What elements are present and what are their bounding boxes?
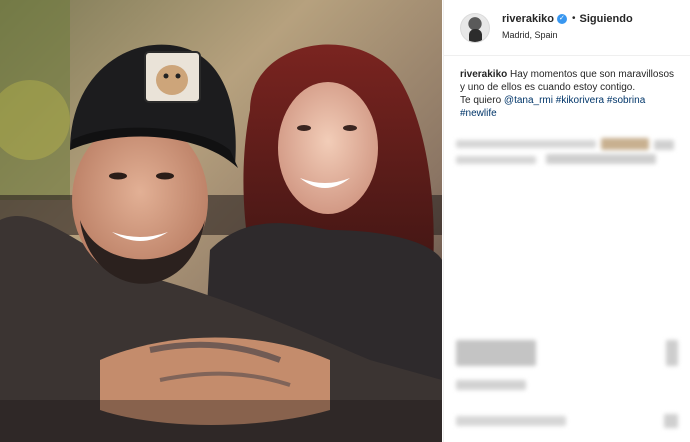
photo-illustration [0,0,442,442]
following-button[interactable]: Siguiendo [580,12,633,26]
post-header: riverakiko ✓ • Siguiendo Madrid, Spain [444,0,690,56]
mention-link[interactable]: @tana_rmi [504,95,553,106]
redacted-comment-input [456,412,678,432]
redacted-likes [456,340,678,372]
post-side-panel: riverakiko ✓ • Siguiendo Madrid, Spain r… [443,0,690,442]
username-link[interactable]: riverakiko [502,12,554,26]
header-text: riverakiko ✓ • Siguiendo Madrid, Spain [502,12,633,40]
caption-tags-line: Te quiero @tana_rmi #kikorivera #sobrina… [460,94,676,120]
caption-paragraph: riverakiko Hay momentos que son maravill… [460,68,676,94]
caption-username[interactable]: riverakiko [460,69,507,80]
post-caption: riverakiko Hay momentos que son maravill… [444,56,690,120]
caption-prefix: Te quiero [460,95,502,106]
redacted-timestamp [456,378,678,394]
hashtag-link[interactable]: #kikorivera [556,95,604,106]
hashtag-link[interactable]: #sobrina [607,95,645,106]
separator-dot: • [571,13,576,24]
hashtag-link[interactable]: #newlife [460,108,497,119]
location-link[interactable]: Madrid, Spain [502,30,633,40]
verified-badge-icon: ✓ [556,14,567,24]
avatar[interactable] [460,13,490,43]
redacted-comment [456,138,678,170]
header-row: riverakiko ✓ • Siguiendo [502,12,633,26]
post-photo[interactable] [0,0,442,442]
